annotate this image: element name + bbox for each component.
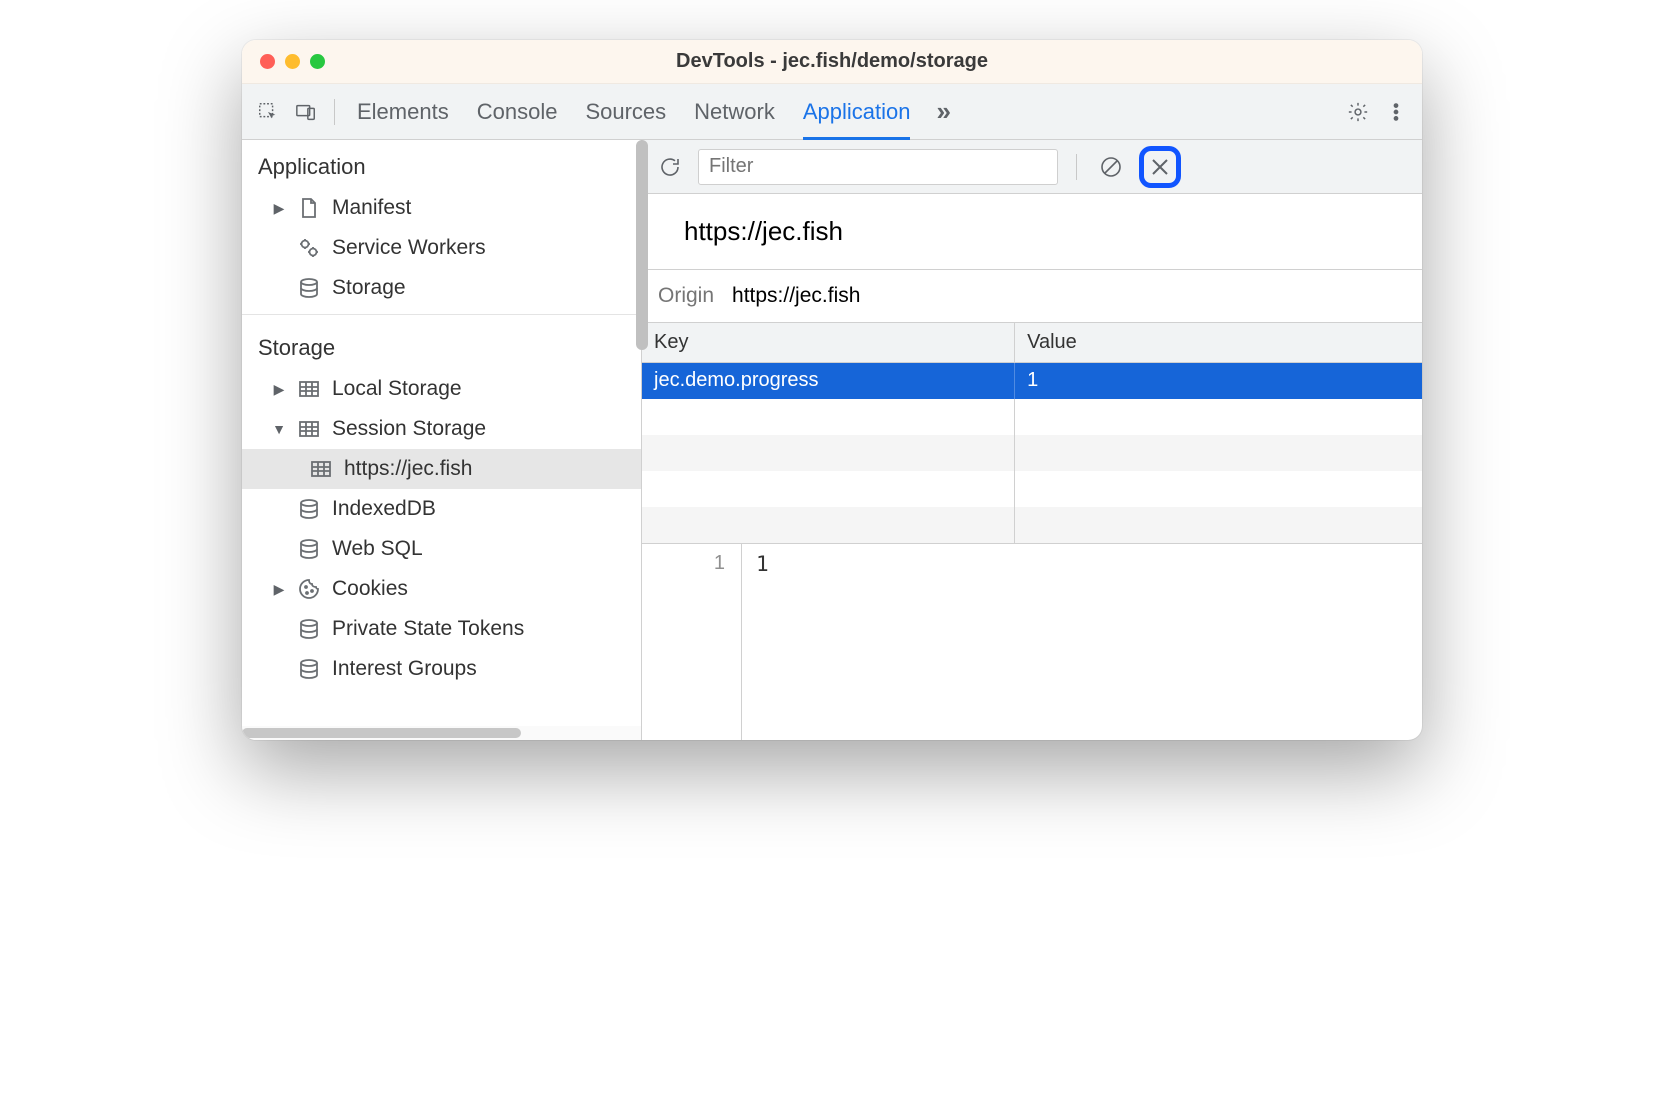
inspect-element-icon[interactable] [252, 96, 284, 128]
settings-icon[interactable] [1342, 96, 1374, 128]
application-sidebar[interactable]: Application ▶ Manifest Service Workers [242, 140, 642, 740]
tab-application[interactable]: Application [803, 84, 911, 139]
filter-input[interactable] [698, 149, 1058, 185]
devtools-window: DevTools - jec.fish/demo/storage Element… [242, 40, 1422, 740]
panel-tabs: Elements Console Sources Network Applica… [357, 84, 910, 139]
disclosure-right-icon: ▶ [272, 200, 286, 217]
delete-selected-icon[interactable] [1146, 153, 1174, 181]
preview-content[interactable]: 1 [742, 544, 1422, 740]
sidebar-item-label: Interest Groups [332, 657, 477, 681]
disclosure-down-icon: ▼ [272, 421, 286, 437]
table-row-empty[interactable] [642, 471, 1422, 507]
table-body[interactable]: jec.demo.progress 1 [642, 363, 1422, 543]
window-title: DevTools - jec.fish/demo/storage [242, 50, 1422, 73]
sidebar-item-label: Session Storage [332, 417, 486, 441]
main-toolbar: Elements Console Sources Network Applica… [242, 84, 1422, 140]
device-toolbar-icon[interactable] [290, 96, 322, 128]
sidebar-item-label: IndexedDB [332, 497, 436, 521]
file-icon [296, 195, 322, 221]
gears-icon [296, 235, 322, 261]
titlebar: DevTools - jec.fish/demo/storage [242, 40, 1422, 84]
sidebar-item-label: Private State Tokens [332, 617, 524, 641]
disclosure-right-icon: ▶ [272, 581, 286, 598]
sidebar-item-interest-groups[interactable]: Interest Groups [242, 649, 641, 689]
sidebar-item-storage-overview[interactable]: Storage [242, 268, 641, 308]
kebab-menu-icon[interactable] [1380, 96, 1412, 128]
tab-sources[interactable]: Sources [585, 84, 666, 139]
disclosure-right-icon: ▶ [272, 381, 286, 398]
more-tabs-button[interactable]: » [936, 96, 950, 127]
sidebar-item-label: https://jec.fish [344, 457, 472, 481]
table-row-empty[interactable] [642, 507, 1422, 543]
sidebar-horizontal-scrollbar[interactable] [242, 726, 641, 740]
column-header-value[interactable]: Value [1015, 323, 1422, 362]
sidebar-item-label: Local Storage [332, 377, 462, 401]
sidebar-item-session-storage-origin[interactable]: https://jec.fish [242, 449, 641, 489]
sidebar-item-session-storage[interactable]: ▼ Session Storage [242, 409, 641, 449]
sidebar-item-private-state-tokens[interactable]: Private State Tokens [242, 609, 641, 649]
sidebar-item-websql[interactable]: Web SQL [242, 529, 641, 569]
column-header-key[interactable]: Key [642, 323, 1015, 362]
value-preview: 1 1 [642, 544, 1422, 740]
table-row-empty[interactable] [642, 435, 1422, 471]
table-icon [296, 416, 322, 442]
storage-detail-panel: https://jec.fish Origin https://jec.fish… [642, 140, 1422, 740]
scrollbar-thumb[interactable] [636, 140, 648, 350]
sidebar-item-service-workers[interactable]: Service Workers [242, 228, 641, 268]
database-icon [296, 656, 322, 682]
preview-line-number: 1 [642, 544, 742, 740]
table-icon [296, 376, 322, 402]
origin-label: Origin [658, 284, 714, 308]
database-icon [296, 536, 322, 562]
tab-network[interactable]: Network [694, 84, 775, 139]
toolbar-divider [334, 99, 335, 125]
cell-value[interactable]: 1 [1015, 363, 1422, 399]
table-row-empty[interactable] [642, 399, 1422, 435]
scrollbar-thumb[interactable] [242, 728, 521, 738]
traffic-lights [260, 54, 325, 69]
refresh-icon[interactable] [654, 151, 686, 183]
storage-table: Key Value jec.demo.progress 1 [642, 323, 1422, 544]
origin-heading: https://jec.fish [642, 194, 1422, 270]
table-header-row: Key Value [642, 323, 1422, 363]
panel-body: Application ▶ Manifest Service Workers [242, 140, 1422, 740]
origin-row: Origin https://jec.fish [642, 270, 1422, 323]
minimize-window-button[interactable] [285, 54, 300, 69]
sidebar-item-manifest[interactable]: ▶ Manifest [242, 188, 641, 228]
tab-console[interactable]: Console [477, 84, 558, 139]
sidebar-item-label: Storage [332, 276, 406, 300]
close-window-button[interactable] [260, 54, 275, 69]
sidebar-item-label: Service Workers [332, 236, 486, 260]
sidebar-item-indexeddb[interactable]: IndexedDB [242, 489, 641, 529]
sidebar-item-local-storage[interactable]: ▶ Local Storage [242, 369, 641, 409]
zoom-window-button[interactable] [310, 54, 325, 69]
sidebar-item-label: Web SQL [332, 537, 423, 561]
origin-value: https://jec.fish [732, 284, 860, 308]
section-storage-title: Storage [242, 321, 641, 369]
cookie-icon [296, 576, 322, 602]
database-icon [296, 616, 322, 642]
section-application-title: Application [242, 140, 641, 188]
annotation-highlight [1139, 146, 1181, 188]
database-icon [296, 496, 322, 522]
clear-all-icon[interactable] [1095, 151, 1127, 183]
storage-toolbar [642, 140, 1422, 194]
table-icon [308, 456, 334, 482]
sidebar-divider [242, 314, 641, 315]
sidebar-item-label: Cookies [332, 577, 408, 601]
tab-elements[interactable]: Elements [357, 84, 449, 139]
sidebar-item-label: Manifest [332, 196, 411, 220]
table-row[interactable]: jec.demo.progress 1 [642, 363, 1422, 399]
toolbar-divider [1076, 154, 1077, 180]
database-icon [296, 275, 322, 301]
cell-key[interactable]: jec.demo.progress [642, 363, 1015, 399]
sidebar-item-cookies[interactable]: ▶ Cookies [242, 569, 641, 609]
